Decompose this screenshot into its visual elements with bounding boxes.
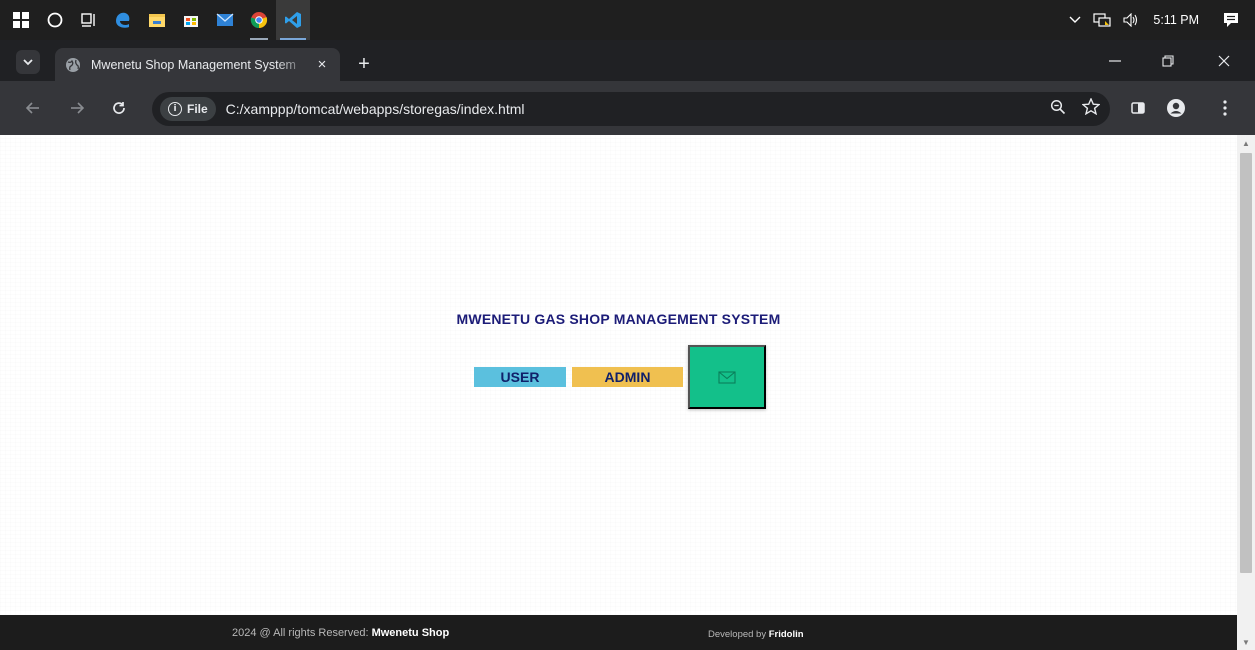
windows-start-icon[interactable]	[4, 0, 38, 40]
vertical-scrollbar[interactable]: ▲ ▼	[1237, 135, 1255, 650]
tab-search-button[interactable]	[16, 50, 40, 74]
side-panel-icon	[1131, 102, 1145, 114]
clock[interactable]: 5:11 PM	[1145, 0, 1213, 40]
chevron-up-icon[interactable]	[1063, 0, 1087, 40]
contact-mail-button[interactable]	[688, 345, 766, 409]
new-tab-button[interactable]: +	[352, 52, 376, 76]
system-tray: 5:11 PM	[1063, 0, 1255, 40]
footer-copyright: 2024 @ All rights Reserved: Mwenetu Shop	[232, 627, 449, 639]
bookmark-star-icon[interactable]	[1081, 97, 1101, 120]
store-icon[interactable]	[174, 0, 208, 40]
tab-title: Mwenetu Shop Management System	[91, 57, 296, 72]
address-bar[interactable]: i File C:/xamppp/tomcat/webapps/storegas…	[152, 92, 1110, 126]
side-panel-button[interactable]	[1124, 94, 1152, 122]
reload-button[interactable]	[105, 94, 133, 122]
footer-developer-name: Fridolin	[768, 629, 804, 640]
chrome-icon[interactable]	[242, 0, 276, 40]
footer-developer-prefix: Developed by	[708, 629, 769, 640]
windows-taskbar: 5:11 PM	[0, 0, 1255, 40]
zoom-icon[interactable]	[1050, 99, 1066, 120]
vscode-icon[interactable]	[276, 0, 310, 40]
kebab-menu-icon	[1223, 100, 1227, 116]
arrow-right-icon	[71, 102, 84, 114]
page-footer: 2024 @ All rights Reserved: Mwenetu Shop…	[0, 615, 1237, 650]
cortana-search-icon[interactable]	[38, 0, 72, 40]
profile-avatar-icon	[1167, 99, 1185, 117]
globe-icon	[66, 57, 80, 72]
network-icon[interactable]	[1087, 0, 1117, 40]
admin-button[interactable]: ADMIN	[572, 367, 683, 387]
browser-tab-strip: Mwenetu Shop Management System × +	[0, 40, 1255, 81]
user-button[interactable]: USER	[474, 367, 566, 387]
site-info-chip[interactable]: i File	[160, 97, 216, 121]
task-view-icon[interactable]	[72, 0, 106, 40]
footer-copyright-prefix: 2024 @ All rights Reserved:	[232, 627, 372, 639]
profile-button[interactable]	[1162, 94, 1190, 122]
url-text[interactable]: C:/xamppp/tomcat/webapps/storegas/index.…	[226, 101, 525, 117]
page-title: MWENETU GAS SHOP MANAGEMENT SYSTEM	[456, 311, 781, 327]
envelope-icon	[718, 370, 736, 384]
arrow-left-icon	[26, 102, 39, 114]
browser-toolbar: i File C:/xamppp/tomcat/webapps/storegas…	[0, 81, 1255, 135]
back-button[interactable]	[19, 94, 47, 122]
notifications-icon[interactable]	[1213, 0, 1255, 40]
reload-icon	[113, 102, 125, 114]
chevron-down-icon	[23, 58, 33, 65]
scroll-up-arrow-icon[interactable]: ▲	[1237, 135, 1255, 151]
restore-button[interactable]	[1143, 40, 1193, 81]
site-info-label: File	[187, 102, 208, 116]
edge-icon[interactable]	[106, 0, 140, 40]
info-icon: i	[168, 102, 182, 116]
minimize-button[interactable]	[1090, 40, 1140, 81]
address-bar-actions	[1050, 92, 1101, 126]
browser-tab-active[interactable]: Mwenetu Shop Management System ×	[55, 48, 340, 81]
forward-button[interactable]	[63, 94, 91, 122]
tab-close-button[interactable]: ×	[314, 56, 330, 73]
close-window-button[interactable]	[1199, 40, 1249, 81]
scrollbar-thumb[interactable]	[1240, 153, 1252, 573]
footer-brand: Mwenetu Shop	[371, 627, 450, 639]
page-viewport: MWENETU GAS SHOP MANAGEMENT SYSTEM USER …	[0, 135, 1237, 615]
file-explorer-icon[interactable]	[140, 0, 174, 40]
scroll-down-arrow-icon[interactable]: ▼	[1237, 634, 1255, 650]
mail-icon[interactable]	[208, 0, 242, 40]
chrome-menu-button[interactable]	[1211, 94, 1239, 122]
volume-icon[interactable]	[1117, 0, 1145, 40]
footer-developer: Developed by Fridolin	[708, 629, 804, 640]
